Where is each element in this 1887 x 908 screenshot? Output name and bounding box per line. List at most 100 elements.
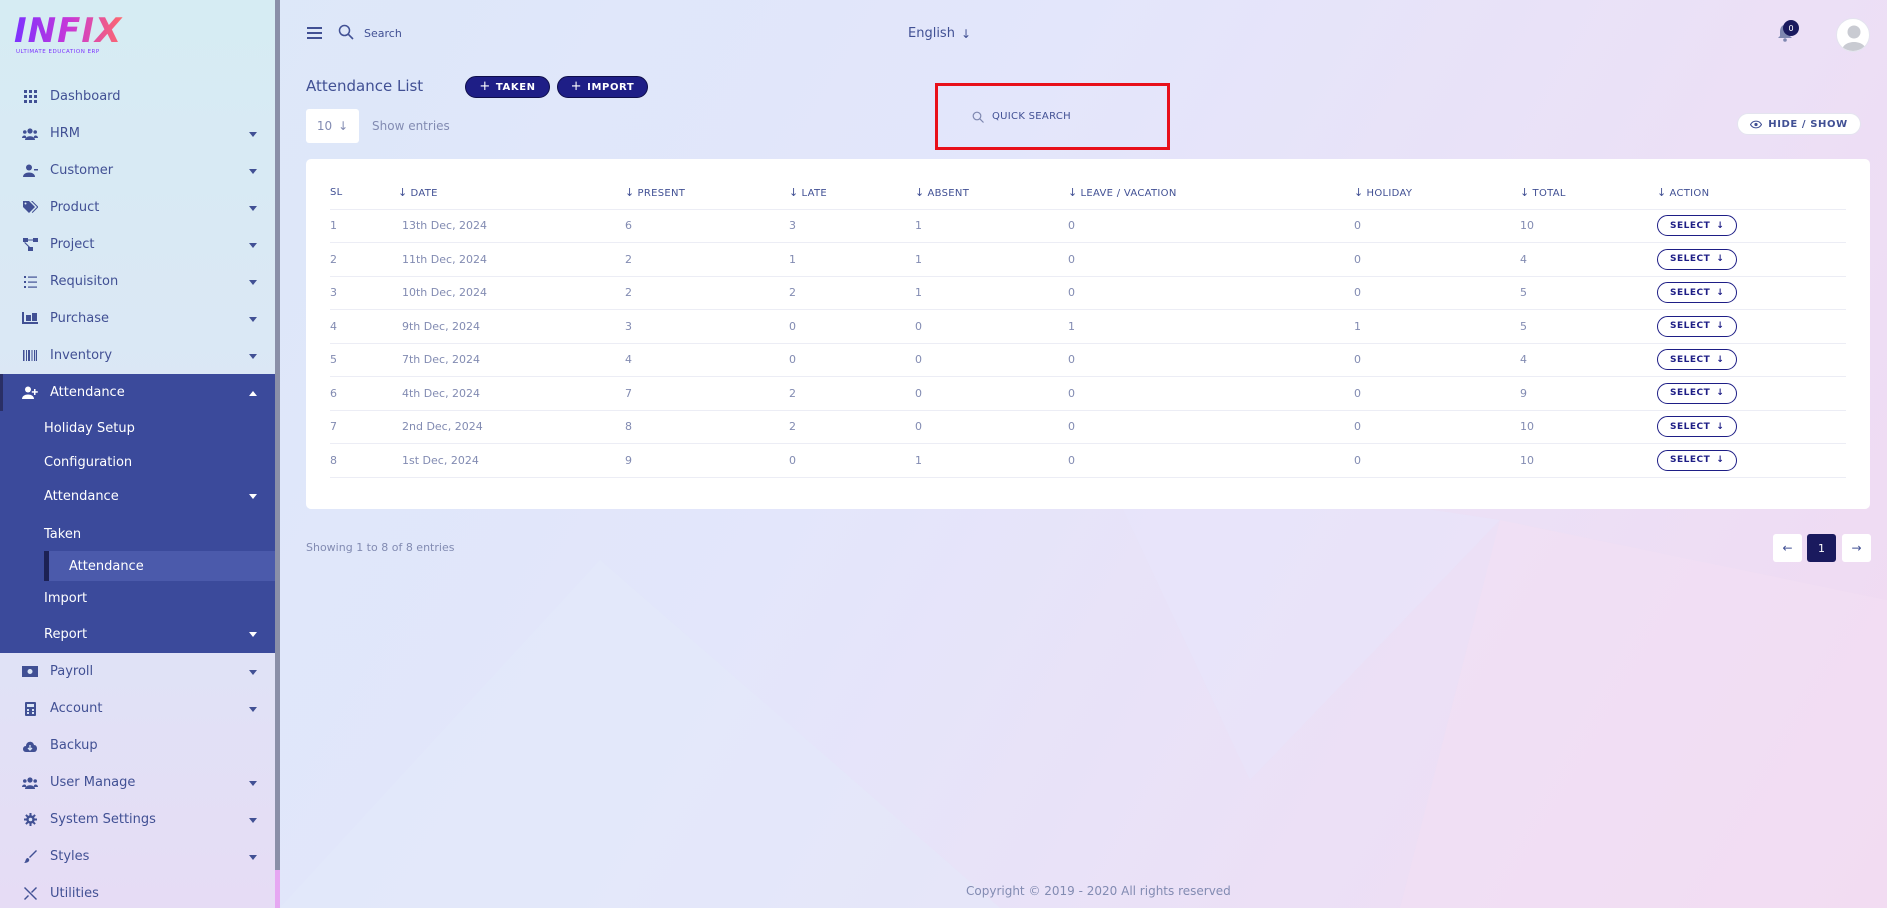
user-plus-icon: [22, 385, 38, 401]
sidebar-subitem-attendance[interactable]: Attendance: [0, 479, 275, 513]
select-button[interactable]: SELECT ↓: [1657, 215, 1738, 237]
table-cell: 4: [330, 309, 398, 344]
column-header-label: TOTAL: [1532, 188, 1566, 200]
sort-arrow-icon: ↓: [1657, 186, 1667, 200]
list-icon: [22, 274, 38, 290]
table-cell: 0: [1068, 343, 1354, 377]
sidebar-item-project[interactable]: Project: [0, 226, 275, 263]
table-cell: 0: [1354, 343, 1520, 377]
column-header[interactable]: ↓ TOTAL: [1520, 177, 1657, 210]
table-cell: 7: [330, 410, 398, 444]
avatar[interactable]: [1836, 18, 1870, 52]
select-button[interactable]: SELECT ↓: [1657, 416, 1738, 438]
table-cell: 10th Dec, 2024: [398, 276, 625, 310]
sidebar-item-dashboard[interactable]: Dashboard: [0, 78, 275, 115]
sidebar-subitem-holiday-setup[interactable]: Holiday Setup: [0, 411, 275, 445]
import-button[interactable]: + IMPORT: [557, 76, 648, 98]
sidebar-item-label: Styles: [50, 849, 90, 864]
sidebar-item-styles[interactable]: Styles: [0, 838, 275, 875]
language-select[interactable]: English ↓: [908, 26, 971, 41]
table-cell: 5: [1520, 276, 1657, 310]
sidebar-item-label: Project: [50, 237, 95, 252]
table-cell: 3: [789, 209, 915, 243]
sidebar-item-label: User Manage: [50, 775, 136, 790]
sidebar-item-inventory[interactable]: Inventory: [0, 337, 275, 374]
taken-button[interactable]: + TAKEN: [465, 76, 550, 98]
column-header[interactable]: ↓ PRESENT: [625, 177, 789, 210]
table-cell-action: SELECT ↓: [1657, 343, 1846, 377]
column-header[interactable]: ↓ HOLIDAY: [1354, 177, 1520, 210]
attendance-table-card: SL ↓ DATE ↓ PRESENT ↓ LATE ↓ ABSENT ↓ LEAVE / VACA…: [306, 159, 1870, 509]
arrow-down-icon: ↓: [1716, 455, 1725, 466]
table-cell: 0: [1068, 276, 1354, 310]
page-title: Attendance List: [306, 77, 424, 95]
select-button[interactable]: SELECT ↓: [1657, 382, 1738, 404]
sidebar-subitem-taken[interactable]: Taken: [0, 517, 275, 551]
table-cell: 2: [789, 410, 915, 444]
hamburger-menu-icon[interactable]: [307, 27, 322, 39]
table-cell: 2: [625, 276, 789, 310]
logo[interactable]: INFIX ULTIMATE EDUCATION ERP: [14, 14, 124, 58]
select-button[interactable]: SELECT ↓: [1657, 282, 1738, 304]
entries-select[interactable]: 10 ↓: [306, 109, 359, 143]
sidebar-item-backup[interactable]: Backup: [0, 727, 275, 764]
sidebar-item-label: Requisiton: [50, 274, 119, 289]
sidebar-item-hrm[interactable]: HRM: [0, 115, 275, 152]
table-cell-action: SELECT ↓: [1657, 443, 1846, 478]
sidebar-item-attendance[interactable]: Attendance: [0, 374, 275, 411]
sidebar-subitem-import[interactable]: Import: [0, 581, 275, 615]
chevron-down-icon: [249, 316, 257, 322]
dolly-icon: [22, 311, 38, 327]
chevron-down-icon: [249, 706, 257, 712]
table-cell: 10: [1520, 410, 1657, 444]
sidebar-item-user-manage[interactable]: User Manage: [0, 764, 275, 801]
table-cell: 0: [1068, 443, 1354, 478]
page-1-button[interactable]: 1: [1807, 534, 1836, 562]
sidebar-item-customer[interactable]: Customer: [0, 152, 275, 189]
select-button[interactable]: SELECT ↓: [1657, 248, 1738, 270]
search-input[interactable]: [364, 22, 564, 44]
calculator-icon: [22, 701, 38, 717]
sidebar-item-requisiton[interactable]: Requisiton: [0, 263, 275, 300]
table-row: 3 10th Dec, 2024 2 2 1 0 0 5 SELECT ↓: [330, 276, 1846, 310]
sidebar-item-system-settings[interactable]: System Settings: [0, 801, 275, 838]
select-button[interactable]: SELECT ↓: [1657, 449, 1738, 471]
column-header[interactable]: ↓ ABSENT: [915, 177, 1068, 210]
sidebar-subitem-label: Attendance: [44, 488, 119, 504]
column-header[interactable]: ↓ LATE: [789, 177, 915, 210]
tags-icon: [22, 200, 38, 216]
sidebar-scrollbar[interactable]: [275, 0, 280, 908]
arrow-down-icon: ↓: [338, 119, 349, 133]
arrow-down-icon: ↓: [960, 26, 972, 41]
column-header[interactable]: ↓ DATE: [398, 177, 625, 210]
column-header-label: DATE: [410, 188, 438, 200]
sidebar-item-label: Product: [50, 200, 100, 215]
select-button[interactable]: SELECT ↓: [1657, 349, 1738, 371]
sidebar-item-purchase[interactable]: Purchase: [0, 300, 275, 337]
column-header[interactable]: ↓ ACTION: [1657, 177, 1846, 210]
prev-page-button[interactable]: ←: [1773, 534, 1802, 562]
sidebar-item-label: Dashboard: [50, 89, 121, 104]
quick-search-input[interactable]: [992, 111, 1142, 122]
column-header[interactable]: ↓ LEAVE / VACATION: [1068, 177, 1354, 210]
table-cell: 0: [915, 410, 1068, 444]
sidebar-item-account[interactable]: Account: [0, 690, 275, 727]
column-header-label: LEAVE / VACATION: [1080, 188, 1177, 200]
chevron-down-icon: [249, 205, 257, 211]
chevron-down-icon: [249, 168, 257, 174]
table-cell: 4th Dec, 2024: [398, 376, 625, 411]
sidebar-subitem-attendance-child[interactable]: Attendance: [44, 551, 275, 581]
sidebar-scrollbar-thumb[interactable]: [275, 870, 280, 908]
sidebar-item-utilities[interactable]: Utilities: [0, 875, 275, 908]
table-cell: 13th Dec, 2024: [398, 209, 625, 243]
table-cell: 4: [1520, 343, 1657, 377]
table-row: 7 2nd Dec, 2024 8 2 0 0 0 10 SELECT ↓: [330, 410, 1846, 444]
sidebar-item-payroll[interactable]: Payroll: [0, 653, 275, 690]
sidebar-item-product[interactable]: Product: [0, 189, 275, 226]
next-page-button[interactable]: →: [1842, 534, 1871, 562]
select-button[interactable]: SELECT ↓: [1657, 315, 1738, 337]
hide-show-button[interactable]: HIDE / SHOW: [1737, 113, 1861, 135]
select-button-label: SELECT: [1670, 321, 1711, 332]
sidebar-subitem-configuration[interactable]: Configuration: [0, 445, 275, 479]
sidebar-subitem-report[interactable]: Report: [0, 615, 275, 653]
